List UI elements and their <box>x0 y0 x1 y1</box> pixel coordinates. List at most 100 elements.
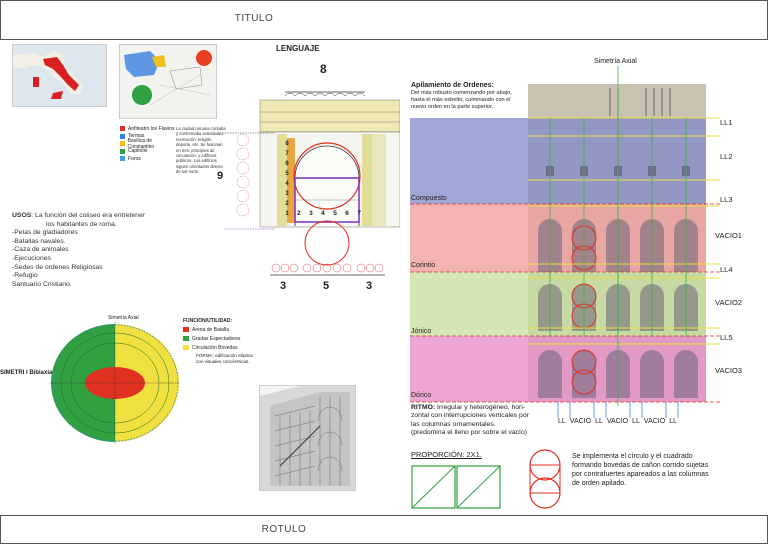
proporcion-title: PROPORCIÓN: 2X1. <box>411 450 482 459</box>
plan-legend-item: Circulación Bovedas <box>183 343 240 352</box>
footer-title: ROTULO <box>261 524 307 535</box>
usos-item: -Refugio <box>12 272 38 280</box>
rome-map <box>119 44 217 119</box>
order-jonico: Jónico <box>411 328 432 335</box>
circle-note: Se implementa el círculo y el cuadrado f… <box>572 452 742 488</box>
lenguaje-title: LENGUAJE <box>276 44 320 53</box>
section-drawing <box>259 385 356 491</box>
gnum: 7 <box>357 210 361 217</box>
usos-intro-2: los habitantes de roma. <box>46 220 117 228</box>
gnum: 6 <box>345 210 349 217</box>
plan-legend: Arena de Batalla Gradas Espectadores Cir… <box>183 325 240 352</box>
vnum: 5 <box>285 171 289 177</box>
legend-item-0: Anfiteatro los Flavios <box>120 125 175 133</box>
level-ll1: LL1 <box>720 118 733 127</box>
circle-note-line: formando bovedas de cañon corrido sujeta… <box>572 462 709 469</box>
dimension-side: 9 <box>217 170 224 182</box>
legend-swatch <box>120 126 125 132</box>
usos-item: -Sedes de ordenes Religiosas <box>12 263 103 271</box>
legend-label: Foros <box>128 155 141 162</box>
plan-swatch <box>183 336 189 341</box>
legend-swatch <box>120 156 125 162</box>
legend-label: Anfiteatro los Flavios <box>128 125 175 132</box>
vnum: 6 <box>285 161 289 167</box>
plan-legend-item: Gradas Espectadores <box>183 334 240 343</box>
bottom-label: VACIO <box>643 418 666 425</box>
vnum: 7 <box>285 151 289 157</box>
italy-map <box>12 44 107 107</box>
ritmo-line: zontal con interrupciones verticales por <box>411 412 529 420</box>
bottom-label: VACIO <box>569 418 592 425</box>
page-title: TITULO <box>234 13 274 24</box>
order-dorico: Dórico <box>411 392 432 399</box>
vnum: 2 <box>285 201 289 207</box>
order-corintio: Corintio <box>411 262 436 269</box>
level-ll2: LL2 <box>720 152 733 161</box>
gnum: 4 <box>321 210 325 217</box>
gnum: 3 <box>309 210 313 217</box>
usos-intro: : La función del coliseo era entretener <box>31 212 145 219</box>
circle-note-line: Se implementa el círculo y el cuadrado <box>572 453 693 460</box>
ritmo-line: las columnas ornamentales. <box>411 420 496 428</box>
level-ll4: LL4 <box>720 265 733 274</box>
facade-simetria-axial: Simetría Axial <box>594 58 637 65</box>
ritmo-block: RITMO: Irregular y heterogéneo, hori- zo… <box>411 404 561 438</box>
order-compuesto: Compuesto <box>411 195 447 202</box>
legend-label: Capitolio <box>128 148 148 155</box>
ritmo-text-0: Irregular y heterogéneo, hori- <box>435 404 526 411</box>
ritmo-line: (predomina el lleno por sobre el vacío) <box>411 429 527 437</box>
usos-block: USOS: La función del coliseo era entrete… <box>12 212 187 289</box>
legend-swatch <box>120 141 125 147</box>
proporcion-diagram <box>411 465 501 509</box>
plan-swatch <box>183 345 189 350</box>
vnum: 4 <box>285 181 289 187</box>
colosseum-plan <box>50 322 180 444</box>
legend-swatch <box>120 133 125 139</box>
plan-simetria-axial: Simetría Axial <box>108 315 139 321</box>
level-ll5: LL5 <box>720 333 733 342</box>
usos-item: -Pelas de gladiadores <box>12 229 78 237</box>
gnum: 5 <box>333 210 337 217</box>
map-note: La ciudad romana contaba y conformaba ac… <box>176 126 226 175</box>
vnum: 8 <box>285 141 289 147</box>
usos-item: Santuario Cristiano. <box>12 280 72 288</box>
dimension-top: 8 <box>320 62 327 76</box>
lenguaje-drawing <box>225 78 401 283</box>
vnum: 1 <box>285 211 289 217</box>
ritmo-line: RITMO: Irregular y heterogéneo, hori- <box>411 404 561 412</box>
bottom-label: VACIO <box>606 418 629 425</box>
title-bar: TITULO <box>0 0 768 40</box>
usos-item: -Caza de animales <box>12 246 69 254</box>
legend-item-4: Foros <box>120 155 175 163</box>
legend-swatch <box>120 148 125 154</box>
vertical-numbers: 8 7 6 5 4 3 2 1 <box>283 139 291 219</box>
ritmo-title: RITMO: <box>411 404 436 411</box>
circle-note-line: por contrafuertes apareados a las column… <box>572 471 709 478</box>
level-vacio3: VACIO3 <box>715 366 742 375</box>
grid-numbers: 2 3 4 5 6 7 <box>297 210 361 217</box>
gnum: 2 <box>297 210 301 217</box>
vnum: 3 <box>285 191 289 197</box>
facade-drawing <box>410 66 750 428</box>
funcion-title: FUNCION/UTILIDAD: <box>183 318 233 324</box>
bottom-label: LL <box>669 418 677 425</box>
level-vacio2: VACIO2 <box>715 298 742 307</box>
usos-title: USOS <box>12 212 32 219</box>
bottom-label: LL <box>632 418 640 425</box>
usos-line: USOS: La función del coliseo era entrete… <box>12 212 187 221</box>
map-legend: Anfiteatro los Flavios Termas Basílica d… <box>120 125 175 163</box>
plan-legend-label: Circulación Bovedas <box>192 344 238 351</box>
footer-bar: ROTULO <box>0 515 768 544</box>
legend-item-2: Basílica de Constantino <box>120 138 175 150</box>
circle-note-line: de orden apilado. <box>572 480 627 487</box>
level-vacio1: VACIO1 <box>715 231 742 240</box>
plan-legend-label: Arena de Batalla <box>192 326 229 333</box>
bottom-label: LL <box>595 418 603 425</box>
level-ll3: LL3 <box>720 195 733 204</box>
plan-swatch <box>183 327 189 332</box>
plan-legend-label: Gradas Espectadores <box>192 335 241 342</box>
circle-square-diagram <box>527 448 563 510</box>
plan-forma: FORMA: edificación elíptica con visuales… <box>196 353 253 364</box>
usos-item: -Batallas navales. <box>12 237 66 245</box>
plan-simetria-biaxial: SIMETRI I Bibiaxial <box>0 370 55 376</box>
